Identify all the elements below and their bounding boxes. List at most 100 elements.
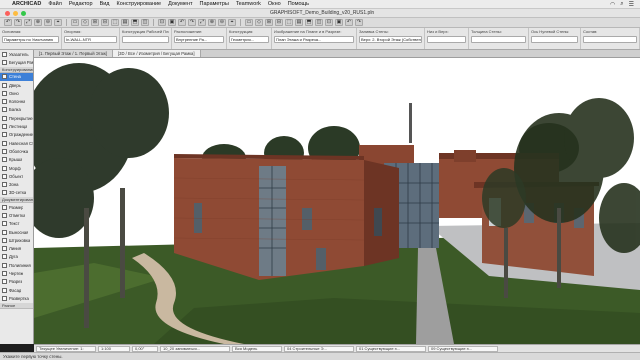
toolbox-item[interactable]: Бегущая Рамка	[0, 58, 33, 66]
toolbox-item[interactable]: Зона	[0, 180, 33, 188]
toolbar-tool-icon[interactable]: ↷	[14, 19, 22, 26]
infobox-field[interactable]	[583, 36, 637, 43]
toolbox-item[interactable]: Отметка	[0, 211, 33, 219]
toolbox-item[interactable]: Чертеж	[0, 269, 33, 277]
toolbar-tool-icon[interactable]: ↷	[355, 19, 363, 26]
toolbar-tool-icon[interactable]: ⬒	[131, 19, 139, 26]
menu-options[interactable]: Параметры	[200, 1, 229, 7]
toolbox-item[interactable]: Указатель	[0, 50, 33, 58]
wifi-icon[interactable]: ◠	[610, 1, 615, 8]
toolbox-item[interactable]: Навесная Стена	[0, 139, 33, 147]
toolbox-item[interactable]: Фасад	[0, 286, 33, 294]
infobox-field[interactable]	[531, 36, 578, 43]
status-field[interactable]: 09 Существующие э...	[428, 345, 498, 352]
toolbar-tool-icon[interactable]: ⊞	[91, 19, 99, 26]
infobox-field[interactable]: План Этажа и Разреза...	[274, 36, 354, 43]
toolbar-tool-icon[interactable]: ⤢	[198, 19, 206, 26]
toolbox-item[interactable]: Колонна	[0, 97, 33, 105]
toolbar-tool-icon[interactable]: ⊞	[265, 19, 273, 26]
status-field[interactable]: 10_20 заниматься...	[160, 345, 230, 352]
toolbar-tool-icon[interactable]: ↶	[345, 19, 353, 26]
toolbox-item[interactable]: Дверь	[0, 81, 33, 89]
infobox-field[interactable]	[122, 36, 169, 43]
toolbar-tool-icon[interactable]: ⊡	[158, 19, 166, 26]
toolbox-item[interactable]: Стена	[0, 72, 33, 81]
status-field[interactable]: Текущее Увеличение: 1:	[36, 345, 96, 352]
toolbar-tool-icon[interactable]: ▤	[121, 19, 129, 26]
infobox-field[interactable]: Верх: 2. Второй Этаж (Собственны...	[359, 36, 422, 43]
toolbar-tool-icon[interactable]: ⌖	[54, 19, 62, 26]
menu-teamwork[interactable]: Teamwork	[236, 1, 261, 7]
toolbox-group-header[interactable]: Разное	[0, 302, 33, 309]
toolbox-item[interactable]: Балка	[0, 106, 33, 114]
toolbox-item[interactable]: Линия	[0, 245, 33, 253]
toolbar-tool-icon[interactable]: ⊟	[275, 19, 283, 26]
toolbox-item[interactable]: Ограждение	[0, 131, 33, 139]
toolbox-item[interactable]: Текст	[0, 220, 33, 228]
toolbar-tool-icon[interactable]: ⊕	[208, 19, 216, 26]
status-field[interactable]: 1:100	[98, 345, 130, 352]
toolbox-item[interactable]: Полилиния	[0, 261, 33, 269]
toolbox-item[interactable]: Штриховка	[0, 236, 33, 244]
toolbar-tool-icon[interactable]: ⊖	[44, 19, 52, 26]
toolbox-item[interactable]: Выносная	[0, 228, 33, 236]
toolbar-tool-icon[interactable]: ◫	[141, 19, 149, 26]
menu-help[interactable]: Помощь	[288, 1, 309, 7]
toolbox-item[interactable]: Дуга	[0, 253, 33, 261]
toolbox-item[interactable]: 3D-сетка	[0, 189, 33, 197]
toolbar-tool-icon[interactable]: ▣	[168, 19, 176, 26]
menu-document[interactable]: Документ	[168, 1, 192, 7]
toolbox-item[interactable]: Развертка	[0, 294, 33, 302]
menu-window[interactable]: Окно	[268, 1, 281, 7]
tab-floor-plan[interactable]: [1. Первый Этаж / 1. Первый Этаж]	[34, 50, 113, 57]
tab-3d-view[interactable]: [3D / Все / Изометрия / Бегущая Рамка]	[112, 50, 201, 57]
toolbar-tool-icon[interactable]: ◇	[255, 19, 263, 26]
status-field[interactable]: 0,00°	[132, 345, 158, 352]
3d-scene[interactable]	[34, 58, 640, 344]
toolbar-tool-icon[interactable]: ⊖	[218, 19, 226, 26]
minimize-window-icon[interactable]	[13, 10, 18, 16]
status-field[interactable]: 01 Существующие э...	[356, 345, 426, 352]
toolbar-tool-icon[interactable]: ▤	[295, 19, 303, 26]
toolbar-tool-icon[interactable]: ⬚	[285, 19, 293, 26]
toolbar-tool-icon[interactable]: ↷	[188, 19, 196, 26]
toolbar-tool-icon[interactable]: ⌖	[228, 19, 236, 26]
infobox-field[interactable]: In-WALL-NTR	[64, 36, 117, 43]
toolbox-item[interactable]: Объект	[0, 172, 33, 180]
menu-view[interactable]: Вид	[100, 1, 110, 7]
3d-viewport[interactable]	[34, 58, 640, 344]
infobox-field[interactable]: Параметры по Умолчанию	[2, 36, 59, 43]
toolbar-tool-icon[interactable]: ↶	[4, 19, 12, 26]
menu-design[interactable]: Конструирование	[117, 1, 162, 7]
toolbox-item[interactable]: Размер	[0, 203, 33, 211]
infobox-field[interactable]	[427, 36, 466, 43]
status-field[interactable]: 04 Строительные Э...	[284, 345, 354, 352]
toolbar-tool-icon[interactable]: ⬚	[111, 19, 119, 26]
menu-edit[interactable]: Редактор	[69, 1, 93, 7]
toolbar-tool-icon[interactable]: ⬒	[305, 19, 313, 26]
infobox-field[interactable]: Геометрия...	[229, 36, 269, 43]
toolbar-tool-icon[interactable]: ⤢	[24, 19, 32, 26]
toolbar-tool-icon[interactable]: ▣	[335, 19, 343, 26]
toolbar-tool-icon[interactable]: ⊟	[101, 19, 109, 26]
close-window-icon[interactable]	[5, 10, 10, 16]
toolbox-item[interactable]: Крыша	[0, 156, 33, 164]
status-field[interactable]: Вся Модель	[232, 345, 282, 352]
toolbar-tool-icon[interactable]: ⊕	[34, 19, 42, 26]
toolbox-item[interactable]: Разрез	[0, 278, 33, 286]
infobox-field[interactable]: Внутренние Ра...	[174, 36, 224, 43]
toolbar-tool-icon[interactable]: ▭	[245, 19, 253, 26]
toolbox-item[interactable]: Лестница	[0, 122, 33, 130]
toolbox-item[interactable]: Оболочка	[0, 147, 33, 155]
toolbox-item[interactable]: Морф	[0, 164, 33, 172]
toolbox-item[interactable]: Окно	[0, 89, 33, 97]
toolbar-tool-icon[interactable]: ⊡	[325, 19, 333, 26]
search-icon[interactable]: ⌕	[620, 1, 623, 8]
toolbar-tool-icon[interactable]: ◇	[81, 19, 89, 26]
zoom-window-icon[interactable]	[21, 10, 26, 16]
app-name-menu[interactable]: ARCHICAD	[12, 1, 41, 7]
toolbox-item[interactable]: Перекрытие	[0, 114, 33, 122]
toolbar-tool-icon[interactable]: ▭	[71, 19, 79, 26]
toolbar-tool-icon[interactable]: ◫	[315, 19, 323, 26]
toolbar-tool-icon[interactable]: ↶	[178, 19, 186, 26]
